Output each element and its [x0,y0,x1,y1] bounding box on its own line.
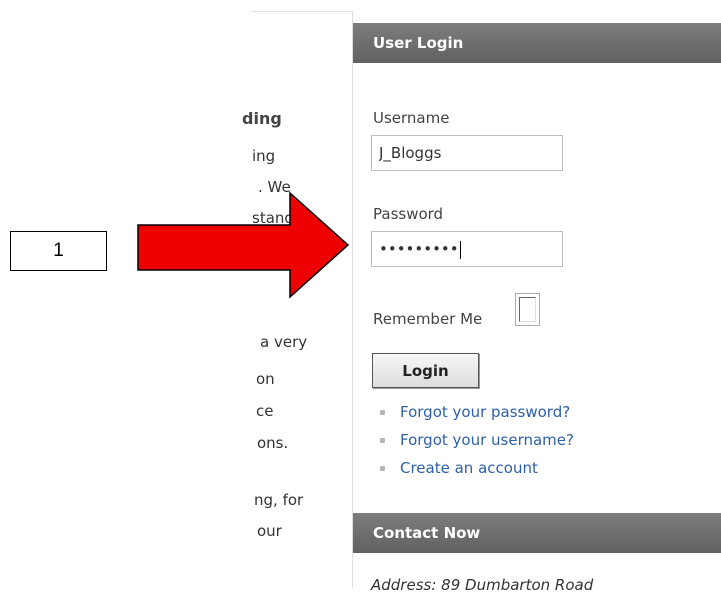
password-input[interactable]: ••••••••• [371,231,563,267]
list-item: Forgot your password? [380,398,574,426]
text-cursor [459,240,461,259]
red-arrow-icon [137,191,350,299]
username-input[interactable] [371,135,563,171]
bullet-icon [380,409,385,415]
create-account-link[interactable]: Create an account [400,459,538,477]
forgot-password-link[interactable]: Forgot your password? [400,403,570,421]
remember-me-label: Remember Me [373,310,483,328]
user-login-header: User Login [353,23,721,63]
password-label: Password [373,205,444,223]
username-label: Username [373,109,450,127]
contact-address: Address: 89 Dumbarton Road [371,576,593,594]
bullet-icon [380,437,385,443]
address-label: Address: [371,576,437,594]
list-item: Forgot your username? [380,426,574,454]
contact-now-header: Contact Now [353,513,721,553]
list-item: Create an account [380,454,574,482]
login-button[interactable]: Login [372,353,479,388]
remember-me-checkbox[interactable] [515,293,540,326]
login-links-list: Forgot your password? Forgot your userna… [380,398,574,482]
password-masked-value: ••••••••• [379,240,459,258]
forgot-username-link[interactable]: Forgot your username? [400,431,574,449]
address-value: 89 Dumbarton Road [441,576,594,594]
bullet-icon [380,465,385,471]
